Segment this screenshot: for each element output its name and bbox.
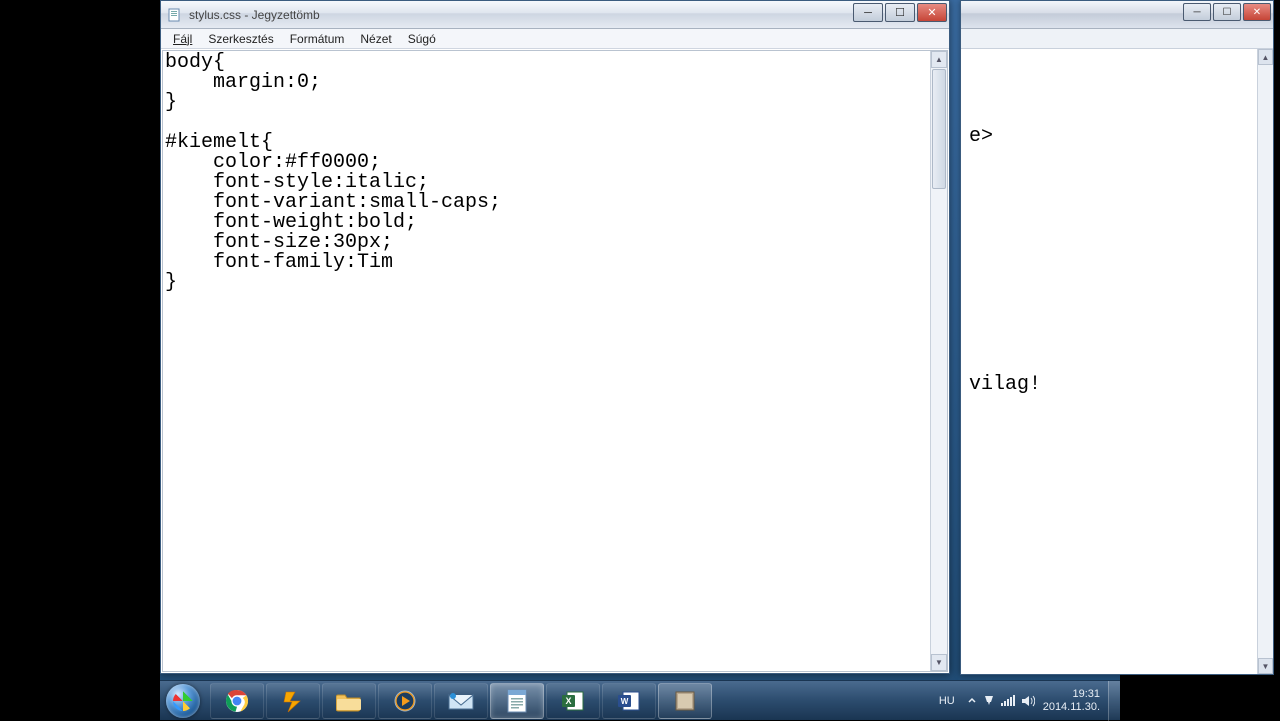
- scroll-up-arrow[interactable]: ▲: [931, 51, 947, 68]
- bg-scroll-track[interactable]: [1258, 65, 1273, 658]
- menu-edit[interactable]: Szerkesztés: [200, 30, 281, 48]
- svg-text:W: W: [621, 697, 629, 706]
- background-titlebar[interactable]: ─ ☐ ✕: [961, 1, 1273, 29]
- desktop: ─ ☐ ✕ e> vilag! ▲ ▼ stylus.css - Jegyzet…: [160, 0, 1120, 720]
- folder-icon: [336, 690, 362, 712]
- tray-icons: [967, 695, 1035, 707]
- bg-scroll-up-arrow[interactable]: ▲: [1258, 49, 1273, 65]
- editor-area: body{ margin:0; } #kiemelt{ color:#ff000…: [162, 50, 948, 672]
- menu-file[interactable]: Fájl: [165, 30, 200, 48]
- taskbar-notepad[interactable]: [490, 683, 544, 719]
- titlebar[interactable]: stylus.css - Jegyzettömb ─ ☐ ✕: [161, 1, 949, 29]
- background-menubar[interactable]: [961, 29, 1273, 49]
- background-editor[interactable]: e> vilag!: [961, 49, 1273, 674]
- background-notepad-window: ─ ☐ ✕ e> vilag! ▲ ▼: [960, 0, 1274, 675]
- scroll-thumb[interactable]: [932, 69, 946, 189]
- vertical-scrollbar[interactable]: ▲ ▼: [930, 51, 947, 671]
- minimize-button[interactable]: ─: [853, 3, 883, 22]
- scroll-track[interactable]: [931, 190, 947, 654]
- taskbar-chrome[interactable]: [210, 683, 264, 719]
- text-editor[interactable]: body{ margin:0; } #kiemelt{ color:#ff000…: [163, 51, 930, 671]
- menu-view[interactable]: Nézet: [352, 30, 399, 48]
- bg-vertical-scrollbar[interactable]: ▲ ▼: [1257, 49, 1273, 674]
- window-title: stylus.css - Jegyzettömb: [189, 8, 320, 22]
- menubar: Fájl Szerkesztés Formátum Nézet Súgó: [161, 29, 949, 49]
- show-desktop-button[interactable]: [1108, 681, 1120, 721]
- bg-scroll-down-arrow[interactable]: ▼: [1258, 658, 1273, 674]
- taskbar-explorer[interactable]: [322, 683, 376, 719]
- app-icon: [674, 690, 696, 712]
- taskbar-buttons: X W: [210, 683, 712, 719]
- menu-help[interactable]: Súgó: [400, 30, 444, 48]
- bg-close-button[interactable]: ✕: [1243, 3, 1271, 21]
- menu-format[interactable]: Formátum: [282, 30, 353, 48]
- tray-chevron-icon[interactable]: [967, 696, 977, 706]
- close-button[interactable]: ✕: [917, 3, 947, 22]
- word-icon: W: [617, 689, 641, 713]
- network-icon[interactable]: [1001, 695, 1015, 707]
- winamp-icon: [281, 689, 305, 713]
- bg-maximize-button[interactable]: ☐: [1213, 3, 1241, 21]
- bg-text-fragment-1: e>: [969, 125, 993, 148]
- mail-icon: [448, 691, 474, 711]
- start-button[interactable]: [162, 683, 204, 719]
- taskbar-winamp[interactable]: [266, 683, 320, 719]
- bg-minimize-button[interactable]: ─: [1183, 3, 1211, 21]
- excel-icon: X: [561, 689, 585, 713]
- language-indicator[interactable]: HU: [935, 693, 959, 709]
- taskbar: X W HU 19:31 2014.11.30.: [160, 680, 1120, 720]
- notepad-app-icon: [167, 7, 183, 23]
- clock[interactable]: 19:31 2014.11.30.: [1043, 688, 1100, 714]
- taskbar-media-player[interactable]: [378, 683, 432, 719]
- clock-date: 2014.11.30.: [1043, 701, 1100, 714]
- chrome-icon: [224, 688, 250, 714]
- notepad-window: stylus.css - Jegyzettömb ─ ☐ ✕ Fájl Szer…: [160, 0, 950, 674]
- clock-time: 19:31: [1043, 688, 1100, 701]
- notepad-icon: [506, 688, 528, 714]
- action-center-icon[interactable]: [983, 695, 995, 707]
- taskbar-excel[interactable]: X: [546, 683, 600, 719]
- volume-icon[interactable]: [1021, 695, 1035, 707]
- bg-text-fragment-2: vilag!: [969, 373, 1041, 396]
- system-tray: HU 19:31 2014.11.30.: [935, 688, 1108, 714]
- windows-orb-icon: [166, 684, 200, 718]
- svg-text:X: X: [565, 696, 571, 706]
- maximize-button[interactable]: ☐: [885, 3, 915, 22]
- taskbar-app[interactable]: [658, 683, 712, 719]
- scroll-down-arrow[interactable]: ▼: [931, 654, 947, 671]
- taskbar-mail[interactable]: [434, 683, 488, 719]
- media-player-icon: [393, 689, 417, 713]
- taskbar-word[interactable]: W: [602, 683, 656, 719]
